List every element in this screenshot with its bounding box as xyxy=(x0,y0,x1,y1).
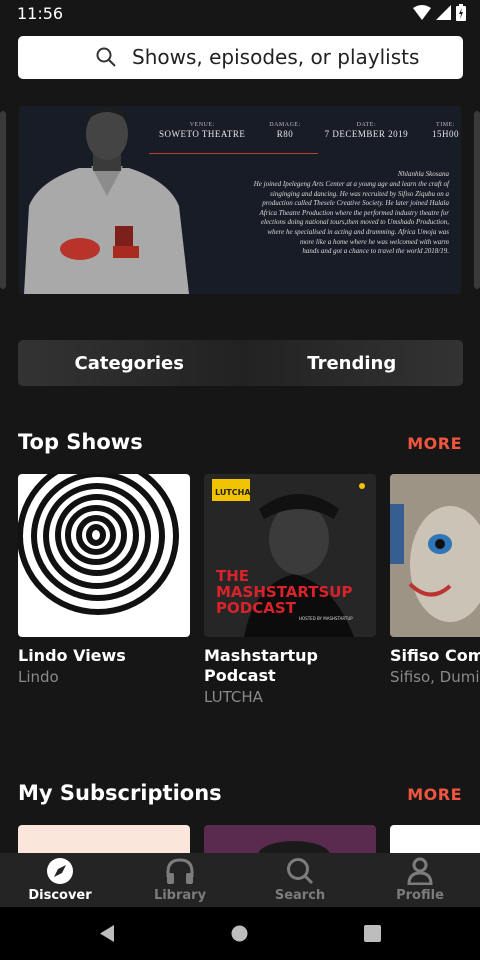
search-bar[interactable]: Shows, episodes, or playlists xyxy=(18,36,463,79)
subscription-card[interactable] xyxy=(18,825,190,853)
status-bar: 11:56 xyxy=(0,0,480,28)
featured-banner[interactable]: VENUE: SOWETO THEATRE DAMAGE: R80 DATE: … xyxy=(19,106,461,294)
home-icon[interactable] xyxy=(231,925,248,942)
event-price: DAMAGE: R80 xyxy=(269,122,301,139)
tab-trending[interactable]: Trending xyxy=(241,340,464,386)
person-icon xyxy=(407,857,433,885)
subscriptions-list xyxy=(18,825,480,853)
bio-text: He joined Ipelegeng Arts Center at a you… xyxy=(253,180,449,256)
subscription-card[interactable] xyxy=(390,825,480,853)
event-info: VENUE: SOWETO THEATRE DAMAGE: R80 DATE: … xyxy=(159,122,459,139)
nav-profile[interactable]: Profile xyxy=(360,853,480,907)
discover-tabs: Categories Trending xyxy=(18,340,463,386)
nav-label: Search xyxy=(274,888,326,903)
show-card[interactable]: Sifiso Com Sifiso, Dumi xyxy=(390,474,480,686)
event-venue: VENUE: SOWETO THEATRE xyxy=(159,122,246,139)
top-shows-more-link[interactable]: MORE xyxy=(407,434,462,453)
tab-categories[interactable]: Categories xyxy=(18,340,241,386)
status-time: 11:56 xyxy=(17,4,64,23)
nav-discover[interactable]: Discover xyxy=(0,853,120,907)
nav-library[interactable]: Library xyxy=(120,853,240,907)
show-artwork: LUTCHA THE MASHSTARTSUP PODCAST HOSTED B… xyxy=(204,474,376,637)
search-placeholder: Shows, episodes, or playlists xyxy=(132,45,420,69)
subscription-card[interactable] xyxy=(204,825,376,853)
nav-label: Profile xyxy=(396,888,444,903)
battery-icon xyxy=(456,4,466,21)
headphones-icon xyxy=(166,858,194,884)
nav-label: Library xyxy=(153,888,207,903)
carousel-prev-card[interactable] xyxy=(0,111,6,289)
event-time: TIME: 15H00 xyxy=(431,122,459,139)
show-author: Sifiso, Dumi xyxy=(390,668,480,686)
show-art-text: THE MASHSTARTSUP PODCAST xyxy=(216,567,353,617)
subscriptions-more-link[interactable]: MORE xyxy=(407,785,462,804)
show-title: Sifiso Com xyxy=(390,646,480,665)
subscriptions-title: My Subscriptions xyxy=(18,781,222,805)
show-artwork xyxy=(390,474,480,637)
show-author: Lindo xyxy=(18,668,59,686)
signal-icon xyxy=(436,5,451,20)
show-card[interactable]: LUTCHA THE MASHSTARTSUP PODCAST HOSTED B… xyxy=(204,474,376,706)
show-author: LUTCHA xyxy=(204,688,263,706)
wifi-icon xyxy=(413,5,431,20)
top-shows-title: Top Shows xyxy=(18,430,143,454)
search-icon xyxy=(287,858,314,885)
carousel-next-card[interactable] xyxy=(474,111,480,289)
bio-name: Nhlanhla Skosana xyxy=(397,170,449,178)
compass-icon xyxy=(47,858,73,884)
show-artwork xyxy=(18,474,190,637)
show-art-sub: HOSTED BY MASHSTARTUP xyxy=(299,616,353,621)
nav-label: Discover xyxy=(28,888,92,903)
system-nav-bar xyxy=(0,907,480,960)
show-title: Lindo Views xyxy=(18,646,126,665)
show-title: Mashstartup Podcast xyxy=(204,646,318,685)
show-art-tag: LUTCHA xyxy=(215,488,251,497)
bottom-nav: Discover Library Search Profile xyxy=(0,853,480,907)
recents-icon[interactable] xyxy=(364,925,381,942)
status-icons xyxy=(413,4,466,21)
banner-divider xyxy=(149,153,318,154)
back-icon[interactable] xyxy=(98,924,116,943)
search-icon xyxy=(96,47,116,67)
event-date: DATE: 7 DECEMBER 2019 xyxy=(324,122,409,139)
top-shows-list: Lindo Views Lindo LUTCHA THE MASHSTARTSU… xyxy=(18,474,480,724)
nav-search[interactable]: Search xyxy=(240,853,360,907)
show-card[interactable]: Lindo Views Lindo xyxy=(18,474,190,686)
